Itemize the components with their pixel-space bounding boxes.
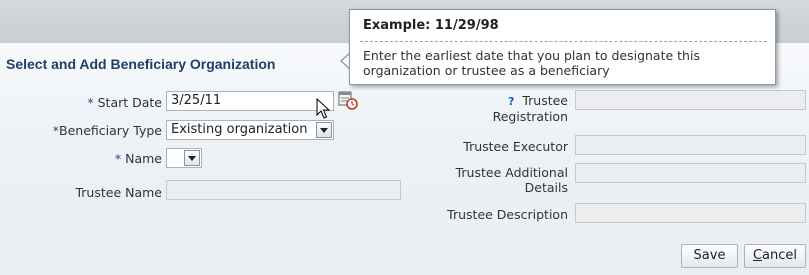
trustee-additional-label-line2: Details <box>524 180 568 195</box>
trustee-additional-label-line1: Trustee Additional <box>455 165 568 180</box>
tooltip-body: Enter the earliest date that you plan to… <box>363 48 700 78</box>
calendar-icon[interactable] <box>337 89 359 111</box>
beneficiary-type-label-text: Beneficiary Type <box>59 123 162 138</box>
chevron-down-icon[interactable] <box>184 150 200 166</box>
start-date-label-text: Start Date <box>97 95 162 110</box>
trustee-registration-label: ? Trustee Registration <box>436 93 568 124</box>
cancel-label-rest: ancel <box>762 248 798 263</box>
start-date-label: * Start Date <box>60 95 162 110</box>
start-date-value: 3/25/11 <box>171 93 222 108</box>
beneficiary-type-label: *Beneficiary Type <box>30 123 162 138</box>
trustee-name-input <box>166 180 401 200</box>
cancel-access-key: C <box>752 248 763 263</box>
required-marker: * <box>114 151 122 166</box>
trustee-additional-details-label: Trustee Additional Details <box>436 165 568 195</box>
name-select[interactable] <box>166 148 202 168</box>
required-marker: * <box>87 95 94 110</box>
trustee-registration-label-line2: Registration <box>492 109 568 124</box>
cancel-button[interactable]: Cancel <box>744 244 806 268</box>
trustee-description-label: Trustee Description <box>447 207 568 222</box>
mouse-pointer-icon <box>316 97 332 120</box>
trustee-executor-label: Trustee Executor <box>463 139 568 154</box>
beneficiary-type-value: Existing organization <box>171 122 308 137</box>
trustee-description-input <box>575 203 806 223</box>
trustee-executor-input <box>575 135 806 155</box>
help-icon[interactable]: ? <box>508 95 514 108</box>
save-button[interactable]: Save <box>681 244 738 268</box>
tooltip-divider <box>360 41 767 42</box>
beneficiary-type-select[interactable]: Existing organization <box>166 120 334 140</box>
tooltip-title: Example: 11/29/98 <box>363 18 499 33</box>
trustee-registration-input <box>575 90 806 110</box>
date-hint-tooltip: Example: 11/29/98 Enter the earliest dat… <box>349 9 776 85</box>
trustee-additional-details-input <box>575 163 806 183</box>
start-date-input[interactable]: 3/25/11 <box>166 91 334 111</box>
name-label-text: Name <box>125 151 162 166</box>
panel-title: Select and Add Beneficiary Organization <box>6 56 276 72</box>
chevron-down-icon[interactable] <box>316 122 332 138</box>
trustee-registration-label-line1: Trustee <box>522 93 568 108</box>
trustee-name-label: Trustee Name <box>75 185 162 200</box>
name-label: * Name <box>60 151 162 166</box>
